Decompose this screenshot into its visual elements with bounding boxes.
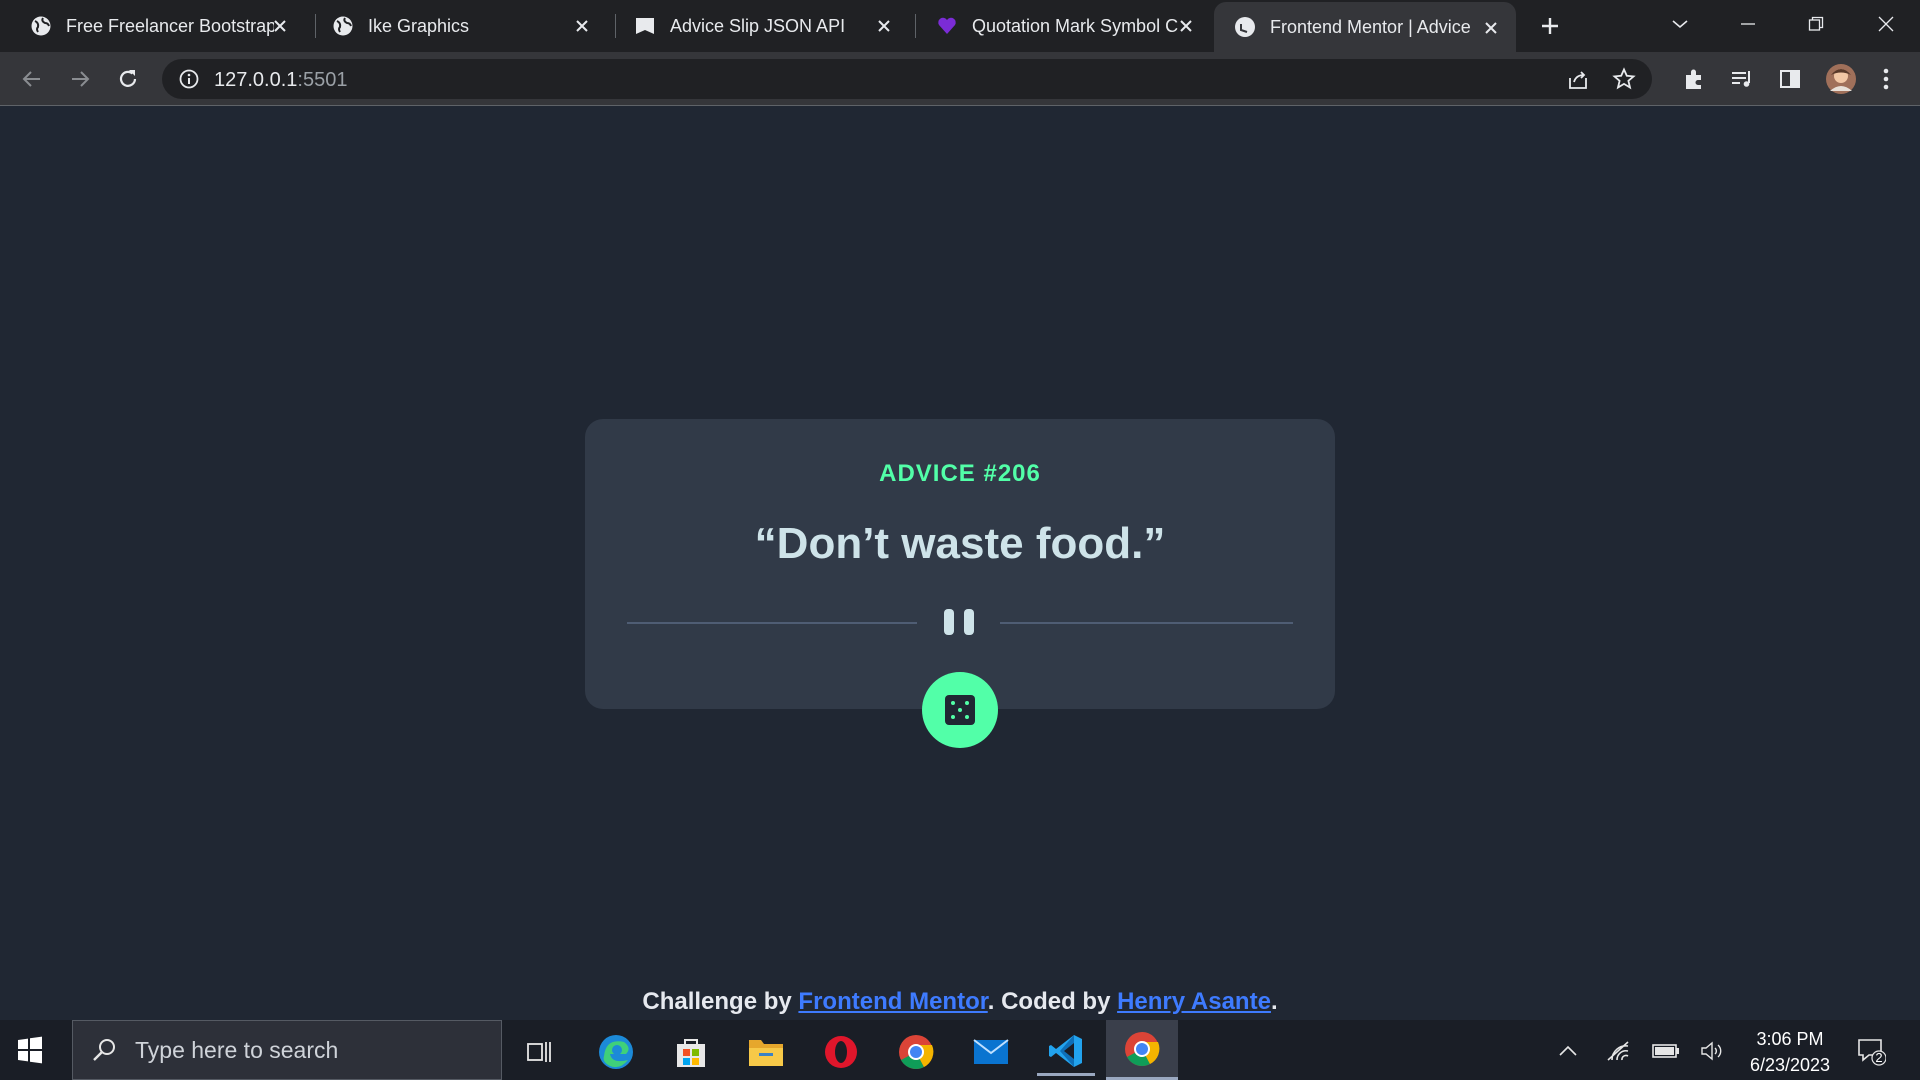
browser-tab-bar: Free Freelancer Bootstrap Ike Graphics A… bbox=[0, 0, 1920, 52]
side-panel-icon[interactable] bbox=[1776, 65, 1804, 93]
frontend-mentor-icon bbox=[1234, 16, 1256, 38]
site-info-icon[interactable] bbox=[178, 68, 200, 90]
taskbar-search[interactable]: Type here to search bbox=[72, 1020, 502, 1080]
dice-button[interactable] bbox=[922, 672, 998, 748]
clock-time: 3:06 PM bbox=[1756, 1029, 1824, 1049]
windows-start-icon[interactable] bbox=[14, 1034, 46, 1066]
heart-icon bbox=[936, 15, 958, 37]
globe-icon bbox=[332, 15, 354, 37]
close-tab-icon[interactable] bbox=[269, 15, 291, 37]
tab-title: Free Freelancer Bootstrap bbox=[66, 15, 274, 36]
page-icon bbox=[634, 15, 656, 37]
close-tab-icon[interactable] bbox=[1175, 15, 1197, 37]
notification-center-icon[interactable]: 2 bbox=[1856, 1036, 1887, 1066]
task-view-icon[interactable] bbox=[510, 1028, 568, 1076]
minimize-button[interactable] bbox=[1728, 8, 1768, 40]
bookmark-star-icon[interactable] bbox=[1612, 67, 1636, 91]
divider-left bbox=[627, 622, 917, 624]
attribution-middle: . Coded by bbox=[987, 988, 1118, 1015]
show-hidden-icons-chevron[interactable] bbox=[1554, 1038, 1582, 1064]
notification-count: 2 bbox=[1875, 1050, 1883, 1065]
windows-taskbar: Type here to search 3:06 PM 6/23/2023 2 bbox=[0, 1020, 1920, 1080]
attribution: Challenge by Frontend Mentor. Coded by H… bbox=[0, 988, 1920, 1016]
system-clock[interactable]: 3:06 PM 6/23/2023 bbox=[1735, 1026, 1845, 1078]
globe-icon bbox=[30, 15, 52, 37]
restore-button[interactable] bbox=[1796, 8, 1836, 40]
forward-button[interactable] bbox=[66, 65, 94, 93]
file-explorer-icon[interactable] bbox=[737, 1028, 795, 1076]
tab-free-freelancer[interactable]: Free Freelancer Bootstrap bbox=[0, 0, 305, 52]
clock-date: 6/23/2023 bbox=[1749, 1055, 1831, 1075]
profile-avatar[interactable] bbox=[1824, 62, 1858, 96]
tab-title: Ike Graphics bbox=[368, 15, 470, 36]
mail-icon[interactable] bbox=[962, 1028, 1020, 1076]
close-tab-icon[interactable] bbox=[1480, 17, 1502, 39]
tab-title: Advice Slip JSON API bbox=[670, 15, 846, 36]
attribution-suffix: . bbox=[1270, 988, 1278, 1015]
back-button[interactable] bbox=[18, 65, 46, 93]
share-icon[interactable] bbox=[1566, 68, 1590, 92]
tab-advice-slip-api[interactable]: Advice Slip JSON API bbox=[604, 0, 909, 52]
media-queue-icon[interactable] bbox=[1728, 65, 1756, 93]
search-placeholder: Type here to search bbox=[135, 1036, 339, 1063]
menu-kebab-icon[interactable] bbox=[1872, 65, 1900, 93]
chrome-active-icon[interactable] bbox=[1106, 1020, 1178, 1080]
edge-icon[interactable] bbox=[587, 1028, 645, 1076]
opera-icon[interactable] bbox=[812, 1028, 870, 1076]
vscode-icon[interactable] bbox=[1037, 1028, 1095, 1076]
divider-right bbox=[1000, 622, 1293, 624]
tab-frontend-mentor[interactable]: Frontend Mentor | Advice bbox=[1214, 2, 1516, 52]
close-window-button[interactable] bbox=[1866, 8, 1906, 40]
browser-toolbar: 127.0.0.1:5501 bbox=[0, 52, 1920, 106]
microsoft-store-icon[interactable] bbox=[662, 1028, 720, 1076]
advice-quote: “Don’t waste food.” bbox=[754, 519, 1166, 568]
wifi-icon[interactable] bbox=[1604, 1038, 1632, 1064]
url-host: 127.0.0.1 bbox=[214, 69, 298, 91]
pause-divider-icon bbox=[944, 609, 976, 635]
advice-card: ADVICE #206 “Don’t waste food.” bbox=[585, 419, 1335, 709]
close-tab-icon[interactable] bbox=[571, 15, 593, 37]
advice-number: ADVICE #206 bbox=[879, 460, 1041, 487]
chrome-icon[interactable] bbox=[887, 1028, 945, 1076]
tab-title: Frontend Mentor | Advice bbox=[1270, 16, 1471, 37]
search-icon bbox=[91, 1036, 119, 1064]
attribution-prefix: Challenge by bbox=[642, 988, 799, 1015]
url-port: :5501 bbox=[297, 69, 348, 91]
new-tab-button[interactable] bbox=[1536, 12, 1564, 40]
volume-icon[interactable] bbox=[1698, 1038, 1726, 1064]
frontend-mentor-link[interactable]: Frontend Mentor bbox=[798, 988, 987, 1015]
tab-search-chevron-icon[interactable] bbox=[1660, 8, 1700, 40]
address-bar[interactable]: 127.0.0.1:5501 bbox=[162, 59, 1652, 99]
battery-icon[interactable] bbox=[1652, 1038, 1680, 1064]
close-tab-icon[interactable] bbox=[873, 15, 895, 37]
reload-button[interactable] bbox=[114, 65, 142, 93]
url-text: 127.0.0.1:5501 bbox=[214, 69, 347, 92]
tab-title: Quotation Mark Symbol C bbox=[972, 15, 1179, 36]
dice-icon bbox=[945, 695, 975, 725]
tab-quotation-mark[interactable]: Quotation Mark Symbol C bbox=[906, 0, 1211, 52]
author-link[interactable]: Henry Asante bbox=[1117, 988, 1271, 1015]
extensions-icon[interactable] bbox=[1680, 65, 1708, 93]
tab-ike-graphics[interactable]: Ike Graphics bbox=[302, 0, 607, 52]
